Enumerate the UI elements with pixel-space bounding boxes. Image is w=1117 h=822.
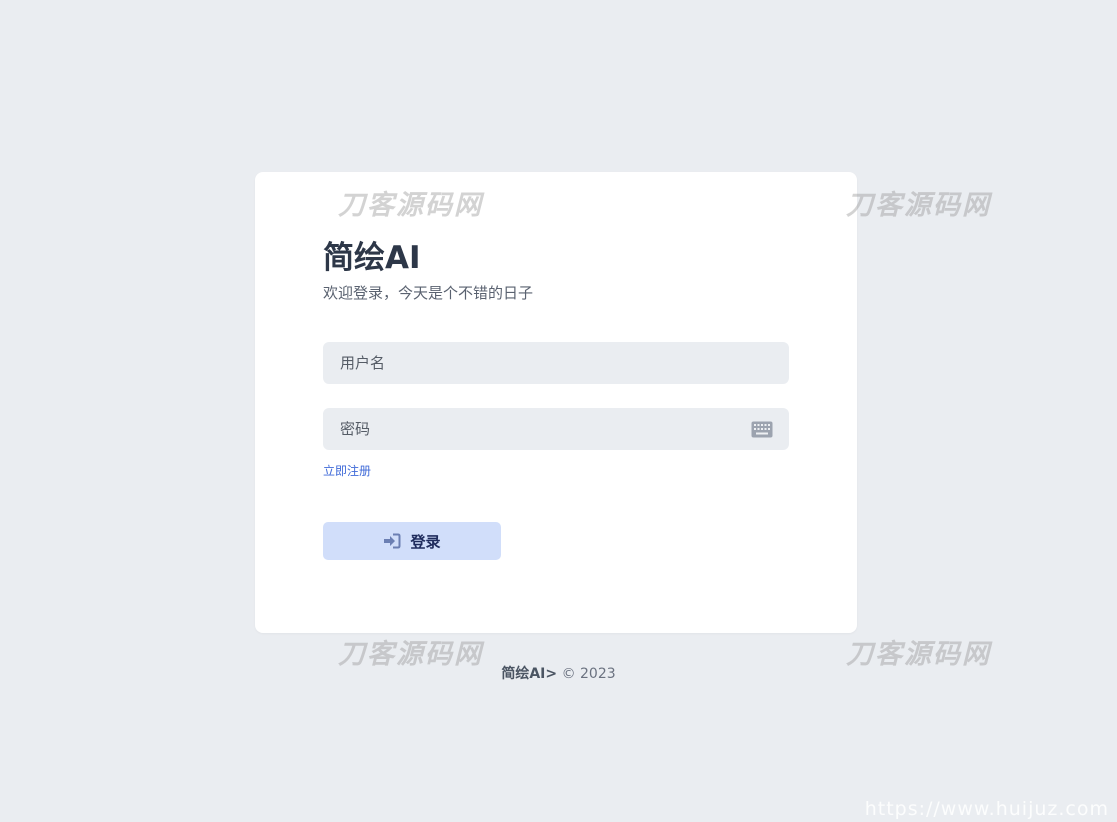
login-button-label: 登录	[410, 532, 441, 551]
password-field-wrapper	[323, 408, 789, 450]
url-watermark: https://www.huijuz.com	[864, 798, 1109, 820]
footer-copyright: © 2023	[561, 666, 616, 682]
register-link[interactable]: 立即注册	[323, 463, 371, 479]
watermark-text: 刀客源码网	[846, 190, 991, 221]
footer-brand: 简绘AI>	[501, 666, 558, 682]
keyboard-icon[interactable]	[751, 421, 773, 438]
login-card: 简绘AI 欢迎登录，今天是个不错的日子 用户名 立即注册 登录	[255, 172, 857, 633]
login-button[interactable]: 登录	[323, 522, 501, 560]
username-field-wrapper	[323, 342, 789, 384]
page-title: 简绘AI	[323, 240, 421, 276]
sign-in-icon	[384, 533, 401, 549]
username-input[interactable]	[323, 342, 789, 384]
page-subtitle: 欢迎登录，今天是个不错的日子	[323, 284, 534, 302]
footer: 简绘AI> © 2023	[0, 664, 1117, 684]
password-input[interactable]	[323, 408, 789, 450]
